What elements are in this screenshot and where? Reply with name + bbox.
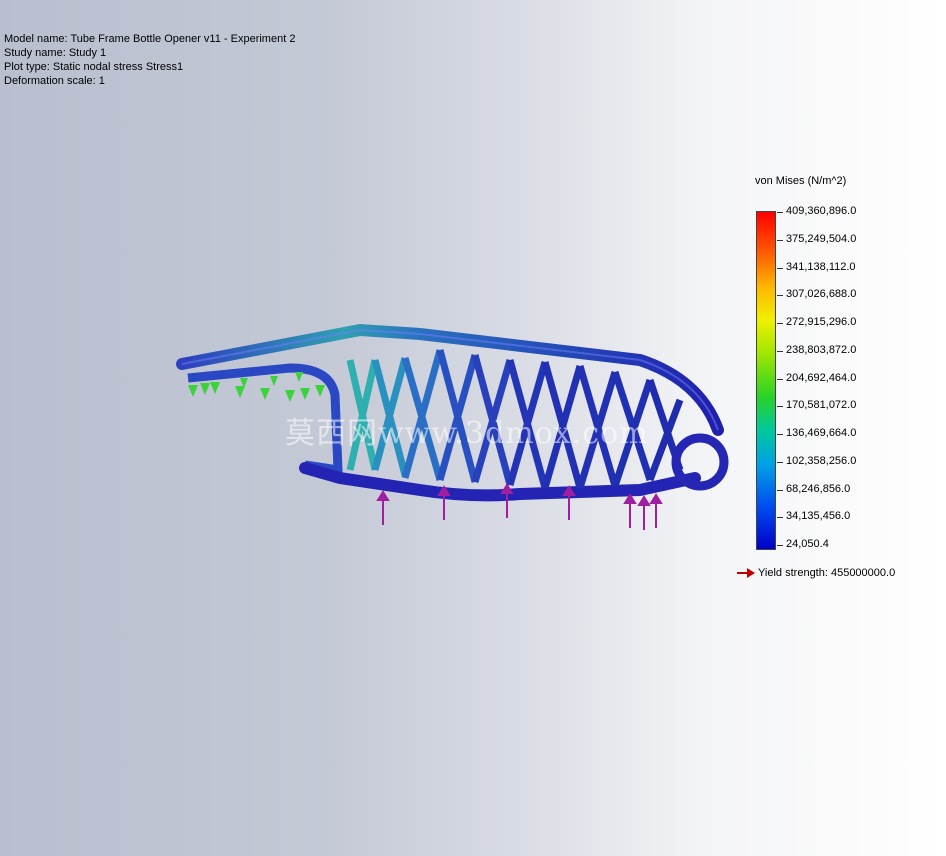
colorbar-tick-label: 341,138,112.0 <box>786 260 856 273</box>
colorbar-tick-label: 34,135,456.0 <box>786 510 851 523</box>
colorbar-tick <box>777 517 783 519</box>
colorbar-tick-label: 238,803,872.0 <box>786 343 857 356</box>
colorbar-tick <box>777 461 783 463</box>
colorbar-tick-label: 272,915,296.0 <box>786 316 857 328</box>
legend-title: von Mises (N/m^2) <box>755 175 847 187</box>
colorbar-tick-label: 204,692,464.0 <box>786 371 857 384</box>
colorbar-tick <box>777 406 783 408</box>
colorbar-tick <box>777 323 783 324</box>
colorbar-tick-label: 24,050.4 <box>786 538 829 550</box>
colorbar-tick-label: 375,249,504.0 <box>786 232 857 245</box>
colorbar-tick-label: 102,358,256.0 <box>786 454 857 467</box>
colorbar-tick-label: 307,026,688.0 <box>786 288 857 301</box>
colorbar-tick <box>777 378 783 380</box>
colorbar-tick <box>777 545 783 546</box>
yield-strength: Yield strength: 455000000.0 <box>737 566 895 580</box>
colorbar-tick <box>777 212 783 213</box>
yield-arrow-icon <box>737 568 755 578</box>
watermark-text: 莫西网www.3dmox.com <box>285 416 649 451</box>
colorbar-tick <box>777 434 783 435</box>
yield-strength-label: Yield strength: 455000000.0 <box>758 567 896 579</box>
bottom-tube <box>299 462 701 502</box>
colorbar-tick-label: 170,581,072.0 <box>786 399 857 412</box>
colorbar-tick-label: 409,360,896.0 <box>786 205 857 217</box>
colorbar-tick-label: 68,246,856.0 <box>786 482 851 495</box>
colorbar-tick-label: 136,469,664.0 <box>786 427 857 439</box>
colorbar-tick <box>777 350 783 352</box>
colorbar-tick <box>777 267 783 269</box>
colorbar-tick <box>777 239 783 241</box>
stress-colorbar <box>756 211 776 550</box>
colorbar-tick <box>777 295 783 297</box>
colorbar-tick <box>777 489 783 491</box>
